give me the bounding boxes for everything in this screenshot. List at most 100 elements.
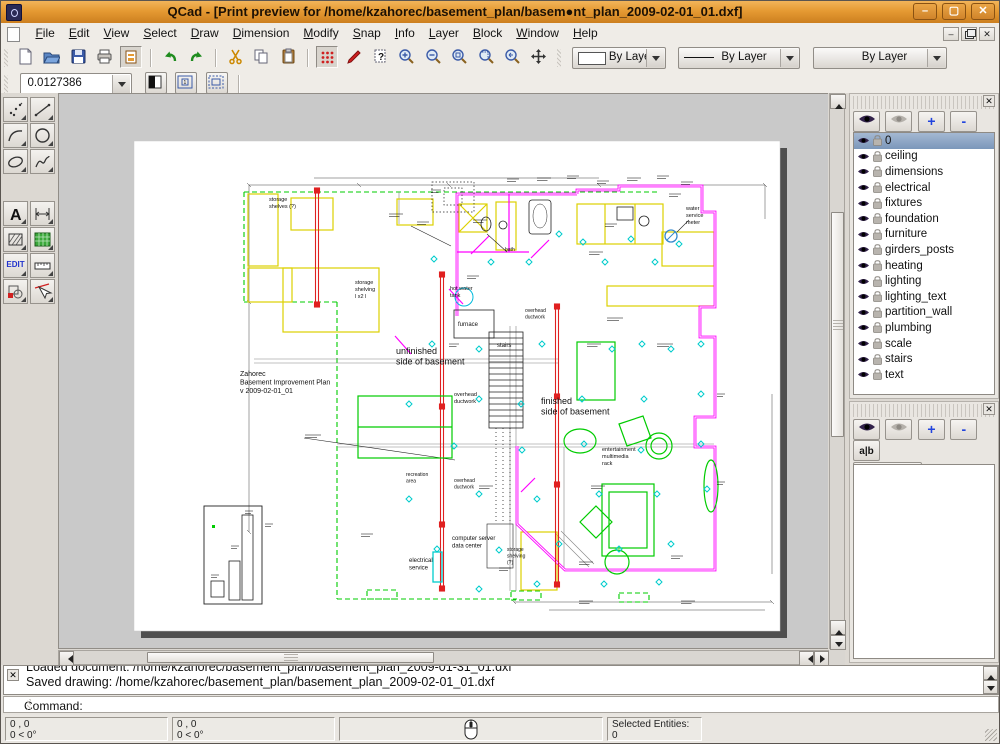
layer-row-partition_wall[interactable]: partition_wall	[854, 305, 994, 321]
save-button[interactable]	[67, 46, 89, 68]
menu-draw[interactable]: Draw	[184, 23, 226, 43]
zoom-out-button[interactable]	[422, 46, 444, 68]
layer-list[interactable]: 0ceilingdimensionselectricalfixturesfoun…	[853, 132, 995, 395]
block-list[interactable]	[853, 464, 995, 659]
vscroll-thumb[interactable]	[831, 212, 844, 437]
tool-splines-button[interactable]	[30, 149, 55, 174]
drawing-canvas[interactable]: ZahorecBasement Improvement Planv 2009-0…	[58, 93, 828, 649]
tool-dimensions-button[interactable]	[30, 201, 55, 226]
command-history-close-icon[interactable]: ✕	[7, 669, 19, 681]
linewidth-combo-dropdown[interactable]	[780, 49, 798, 67]
maximize-button[interactable]: ▢	[942, 3, 966, 20]
scroll-right-button[interactable]	[814, 651, 829, 666]
title-bar[interactable]: QCad - [Print preview for /home/kzahorec…	[1, 1, 999, 24]
tool-image-button[interactable]	[30, 227, 55, 252]
zoom-in-button[interactable]	[396, 46, 418, 68]
tool-hatch-button[interactable]	[3, 227, 28, 252]
scale-combo-dropdown[interactable]	[112, 75, 130, 93]
canvas-horizontal-scrollbar[interactable]	[58, 650, 829, 665]
layer-row-fixtures[interactable]: fixtures	[854, 195, 994, 211]
paste-button[interactable]	[277, 46, 299, 68]
toolbar-grip[interactable]	[4, 49, 8, 67]
layer-row-stairs[interactable]: stairs	[854, 351, 994, 367]
tool-points-button[interactable]	[3, 97, 28, 122]
layer-row-lighting[interactable]: lighting	[854, 273, 994, 289]
menu-info[interactable]: Info	[388, 23, 422, 43]
pan-button[interactable]	[528, 46, 550, 68]
tool-lines-button[interactable]	[30, 97, 55, 122]
layer-row-lighting_text[interactable]: lighting_text	[854, 289, 994, 305]
auto-zoom-button[interactable]	[449, 46, 471, 68]
remove-block-button[interactable]: -	[950, 419, 977, 440]
menu-select[interactable]: Select	[136, 23, 183, 43]
layer-row-text[interactable]: text	[854, 367, 994, 383]
linewidth-combo[interactable]: By Layer	[678, 47, 800, 69]
layer-row-dimensions[interactable]: dimensions	[854, 164, 994, 180]
copy-button[interactable]	[251, 46, 273, 68]
scale-combo[interactable]: 0.0127386	[20, 73, 132, 95]
tool-ellipses-button[interactable]	[3, 149, 28, 174]
mdi-minimize-button[interactable]: –	[943, 27, 959, 41]
close-button[interactable]: ✕	[971, 3, 995, 20]
scroll-left-button-2[interactable]	[799, 651, 814, 666]
layer-row-furniture[interactable]: furniture	[854, 227, 994, 243]
history-scrollbar[interactable]	[983, 666, 998, 694]
hide-all-layers-button[interactable]	[885, 111, 912, 132]
tool-edit-button[interactable]: EDIT	[3, 253, 28, 278]
layer-row-girders_posts[interactable]: girders_posts	[854, 242, 994, 258]
menu-file[interactable]: File	[28, 23, 61, 43]
zoom-window-button[interactable]	[475, 46, 497, 68]
menu-modify[interactable]: Modify	[296, 23, 345, 43]
hide-all-blocks-button[interactable]	[885, 419, 912, 440]
tool-deselect-button[interactable]	[30, 279, 55, 304]
command-line[interactable]: Command:	[3, 696, 999, 713]
print-button[interactable]	[94, 46, 116, 68]
show-all-layers-button[interactable]	[853, 111, 880, 132]
new-file-button[interactable]	[14, 46, 36, 68]
menu-snap[interactable]: Snap	[346, 23, 388, 43]
block-panel-handle[interactable]: ✕	[853, 404, 995, 417]
fit-to-page-button[interactable]	[206, 72, 228, 94]
menu-help[interactable]: Help	[566, 23, 605, 43]
tool-circles-button[interactable]	[30, 123, 55, 148]
black-white-toggle-button[interactable]	[145, 72, 167, 94]
layer-row-0[interactable]: 0	[854, 133, 994, 149]
remove-layer-button[interactable]: -	[950, 111, 977, 132]
zoom-previous-button[interactable]	[502, 46, 524, 68]
menu-layer[interactable]: Layer	[422, 23, 466, 43]
tool-measure-button[interactable]	[30, 253, 55, 278]
command-history[interactable]: ✕ Loaded document: /home/kzahorec/baseme…	[3, 665, 999, 695]
tool-arcs-button[interactable]	[3, 123, 28, 148]
layer-row-scale[interactable]: scale	[854, 336, 994, 352]
add-layer-button[interactable]: +	[918, 111, 945, 132]
block-panel-close-icon[interactable]: ✕	[983, 403, 995, 415]
menu-block[interactable]: Block	[466, 23, 509, 43]
redo-button[interactable]	[186, 46, 208, 68]
linestyle-combo[interactable]: By Layer	[813, 47, 947, 69]
layer-row-plumbing[interactable]: plumbing	[854, 320, 994, 336]
mdi-restore-button[interactable]	[961, 27, 977, 41]
layer-row-foundation[interactable]: foundation	[854, 211, 994, 227]
undo-button[interactable]	[159, 46, 181, 68]
menu-window[interactable]: Window	[509, 23, 566, 43]
scroll-up-button-2[interactable]	[830, 620, 846, 635]
add-block-button[interactable]: +	[918, 419, 945, 440]
open-file-button[interactable]	[41, 46, 63, 68]
draw-pencil-button[interactable]	[343, 46, 365, 68]
layer-row-electrical[interactable]: electrical	[854, 180, 994, 196]
center-to-page-button[interactable]: 1	[175, 72, 197, 94]
menu-dimension[interactable]: Dimension	[226, 23, 297, 43]
hscroll-thumb[interactable]	[147, 652, 434, 663]
minimize-button[interactable]: –	[913, 3, 937, 20]
properties-button[interactable]: ?	[369, 46, 391, 68]
tool-blocks-button[interactable]	[3, 279, 28, 304]
scroll-left-button[interactable]	[59, 651, 74, 666]
scroll-down-button[interactable]	[830, 635, 846, 650]
resize-grip[interactable]	[985, 729, 997, 741]
layer-panel-handle[interactable]: ✕	[853, 96, 995, 109]
tool-text-button[interactable]: A	[3, 201, 28, 226]
linestyle-combo-dropdown[interactable]	[927, 49, 945, 67]
rename-block-button[interactable]: a|b	[853, 440, 880, 461]
scroll-up-button[interactable]	[830, 94, 846, 109]
print-preview-button[interactable]	[120, 46, 142, 68]
